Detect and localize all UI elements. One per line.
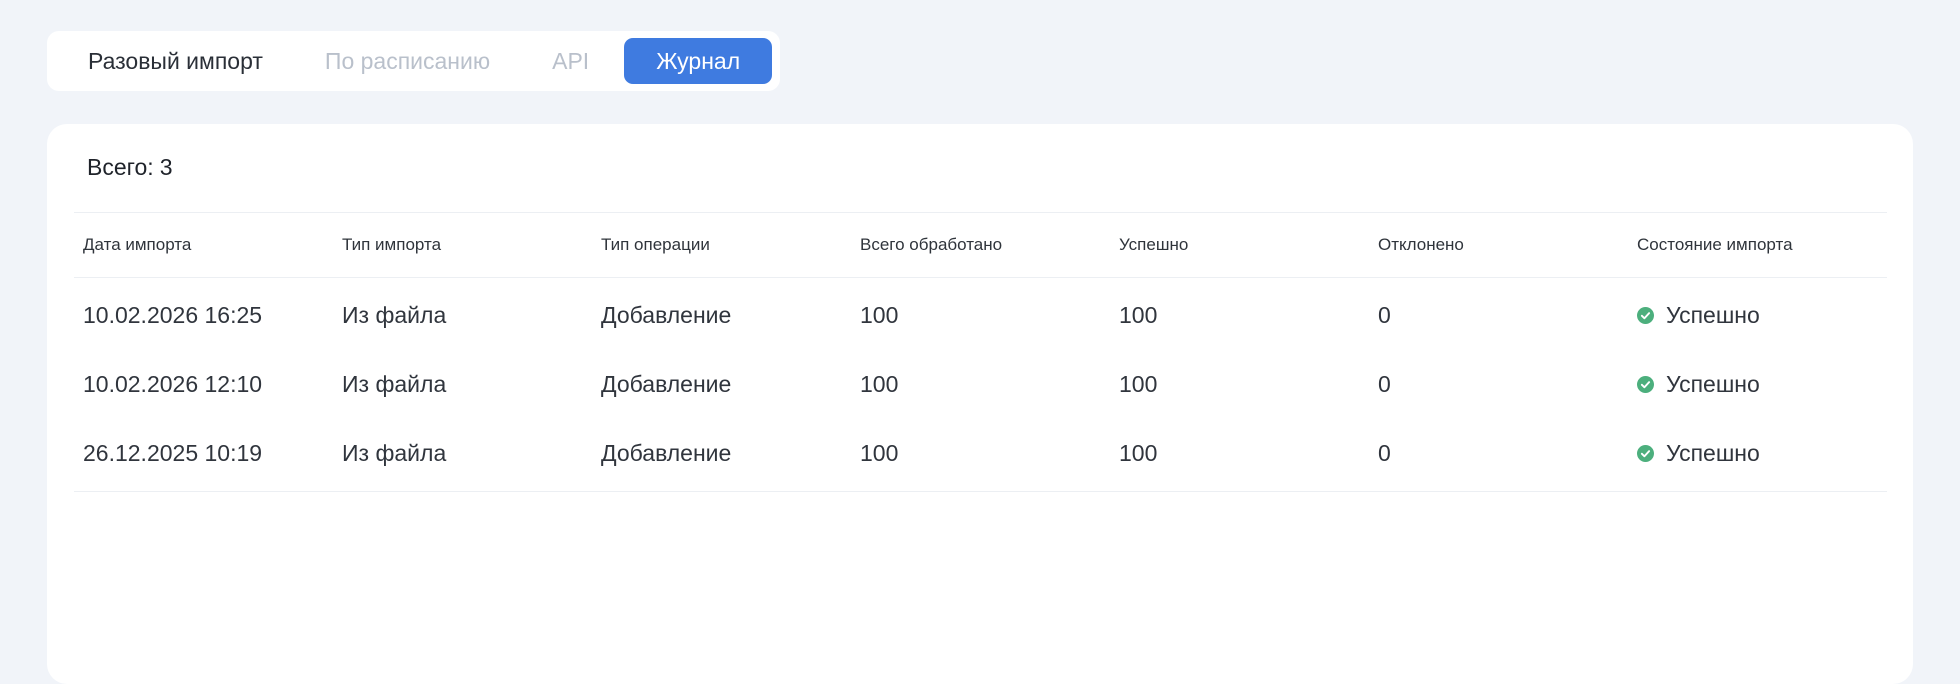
- cell-operation-type: Добавление: [601, 302, 732, 328]
- cell-total-processed: 100: [860, 440, 899, 466]
- tab-api[interactable]: API: [521, 38, 620, 84]
- check-circle-icon: [1637, 307, 1654, 324]
- check-circle-icon: [1637, 445, 1654, 462]
- cell-success: 100: [1119, 440, 1158, 466]
- status-label: Успешно: [1666, 302, 1760, 328]
- cell-rejected: 0: [1378, 440, 1391, 466]
- cell-import-type: Из файла: [342, 440, 447, 466]
- tab-scheduled[interactable]: По расписанию: [294, 38, 521, 84]
- table-body: 10.02.2026 16:25 Из файла Добавление 100…: [74, 278, 1887, 492]
- cell-import-date: 26.12.2025 10:19: [83, 440, 263, 466]
- column-header-import-date[interactable]: Дата импорта: [74, 235, 333, 255]
- import-tabs: Разовый импорт По расписанию API Журнал: [47, 31, 781, 91]
- cell-operation-type: Добавление: [601, 371, 732, 397]
- cell-success: 100: [1119, 371, 1158, 397]
- column-header-operation-type[interactable]: Тип операции: [592, 235, 851, 255]
- total-value: 3: [159, 154, 173, 180]
- tab-one-time-import[interactable]: Разовый импорт: [57, 38, 294, 84]
- cell-operation-type: Добавление: [601, 440, 732, 466]
- cell-rejected: 0: [1378, 371, 1391, 397]
- total-count: Всего: 3: [87, 154, 173, 181]
- cell-import-type: Из файла: [342, 302, 447, 328]
- status-label: Успешно: [1666, 371, 1760, 397]
- cell-import-date: 10.02.2026 12:10: [83, 371, 263, 397]
- table-row[interactable]: 10.02.2026 12:10 Из файла Добавление 100…: [74, 350, 1887, 419]
- tab-journal[interactable]: Журнал: [624, 38, 773, 84]
- cell-import-type: Из файла: [342, 371, 447, 397]
- cell-rejected: 0: [1378, 302, 1391, 328]
- cell-total-processed: 100: [860, 371, 899, 397]
- column-header-rejected[interactable]: Отклонено: [1369, 235, 1628, 255]
- total-label: Всего:: [87, 154, 154, 180]
- cell-success: 100: [1119, 302, 1158, 328]
- cell-import-date: 10.02.2026 16:25: [83, 302, 263, 328]
- column-header-import-status[interactable]: Состояние импорта: [1628, 235, 1887, 255]
- cell-import-status: Успешно: [1628, 302, 1887, 329]
- import-log-table: Дата импорта Тип импорта Тип операции Вс…: [74, 212, 1887, 492]
- table-row[interactable]: 10.02.2026 16:25 Из файла Добавление 100…: [74, 281, 1887, 350]
- column-header-import-type[interactable]: Тип импорта: [333, 235, 592, 255]
- journal-card: Всего: 3 Дата импорта Тип импорта Тип опе…: [47, 124, 1913, 684]
- column-header-success[interactable]: Успешно: [1110, 235, 1369, 255]
- check-circle-icon: [1637, 376, 1654, 393]
- column-header-total-processed[interactable]: Всего обработано: [851, 235, 1110, 255]
- cell-import-status: Успешно: [1628, 371, 1887, 398]
- status-label: Успешно: [1666, 440, 1760, 466]
- table-header: Дата импорта Тип импорта Тип операции Вс…: [74, 213, 1887, 278]
- table-row[interactable]: 26.12.2025 10:19 Из файла Добавление 100…: [74, 419, 1887, 488]
- cell-total-processed: 100: [860, 302, 899, 328]
- cell-import-status: Успешно: [1628, 440, 1887, 467]
